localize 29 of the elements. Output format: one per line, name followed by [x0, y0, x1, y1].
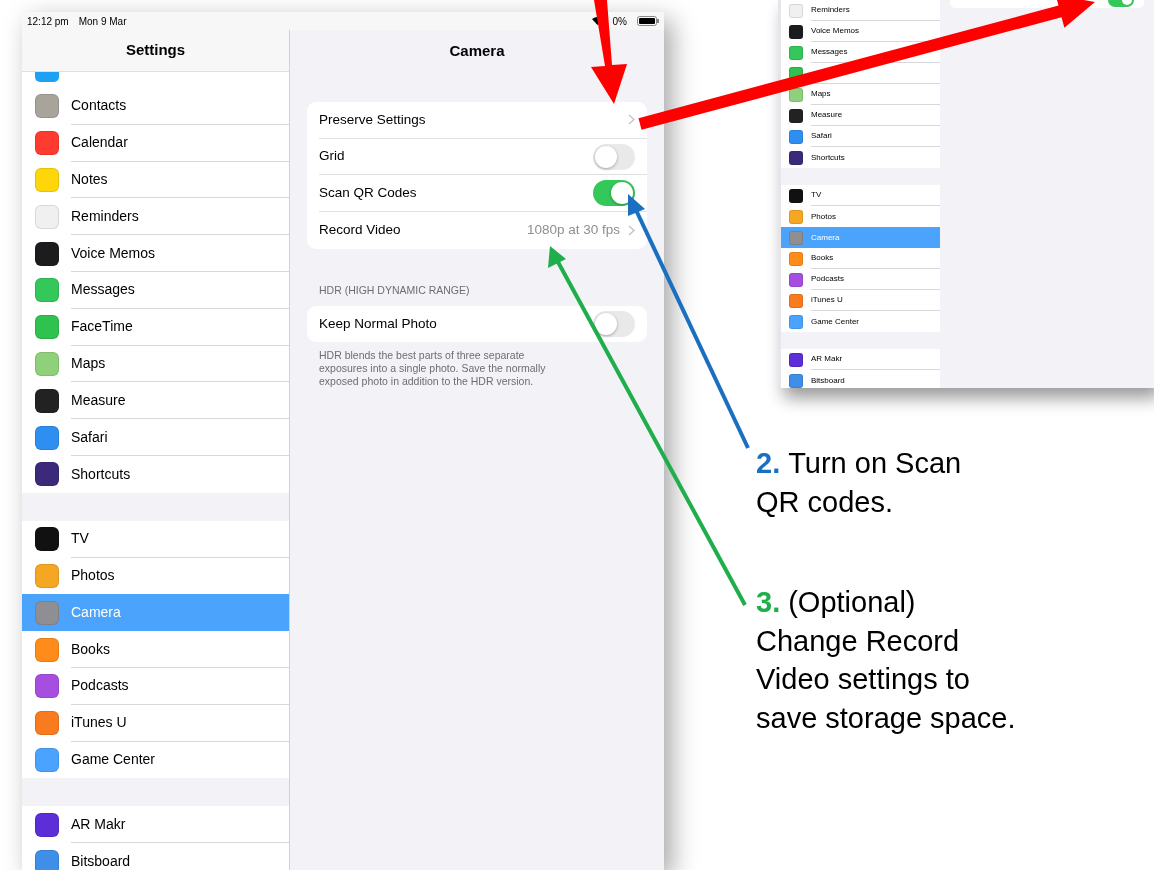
step-number: 2. — [756, 446, 781, 481]
status-date: Mon 9 Mar — [78, 14, 127, 29]
instruction-text: Change Record — [756, 623, 960, 659]
sidebar-title: Settings — [125, 40, 186, 61]
app-icon — [35, 72, 59, 82]
setting-label: Preserve Settings — [319, 110, 427, 129]
chevron-icon — [628, 114, 635, 126]
setting-label: Record Video — [319, 221, 402, 240]
toggle-switch[interactable] — [593, 310, 635, 337]
detail-title: Camera — [449, 40, 505, 61]
battery-icon — [637, 16, 659, 26]
setting-label: Keep Normal Photo — [319, 314, 438, 333]
setting-label: Grid — [319, 147, 346, 166]
instruction-text: (Optional) — [788, 585, 916, 620]
setting-value: 1080p at 30 fps — [526, 221, 620, 240]
section-header: HDR (HIGH DYNAMIC RANGE) — [318, 282, 471, 298]
toggle-switch[interactable] — [593, 143, 635, 170]
instruction-text: Video settings to — [756, 662, 970, 697]
settings-link-row[interactable]: Record Video 1080p at 30 fps — [319, 212, 647, 249]
instruction-text: save storage space. — [756, 700, 1016, 736]
instruction-text: Turn on Scan — [788, 446, 962, 481]
toggle-switch[interactable] — [593, 180, 635, 207]
step-number: 3. — [756, 585, 781, 620]
setting-label: Scan QR Codes — [319, 184, 418, 203]
instruction-text: QR codes. — [756, 484, 893, 520]
chevron-icon — [628, 224, 635, 236]
status-time: 12:12 pm — [27, 14, 69, 29]
section-footer: HDR blends the best parts of three separate exposures into a single photo. Save the normally exposed photo in addition to the HDR version. — [319, 349, 574, 389]
battery-percent: 0% — [612, 14, 627, 29]
